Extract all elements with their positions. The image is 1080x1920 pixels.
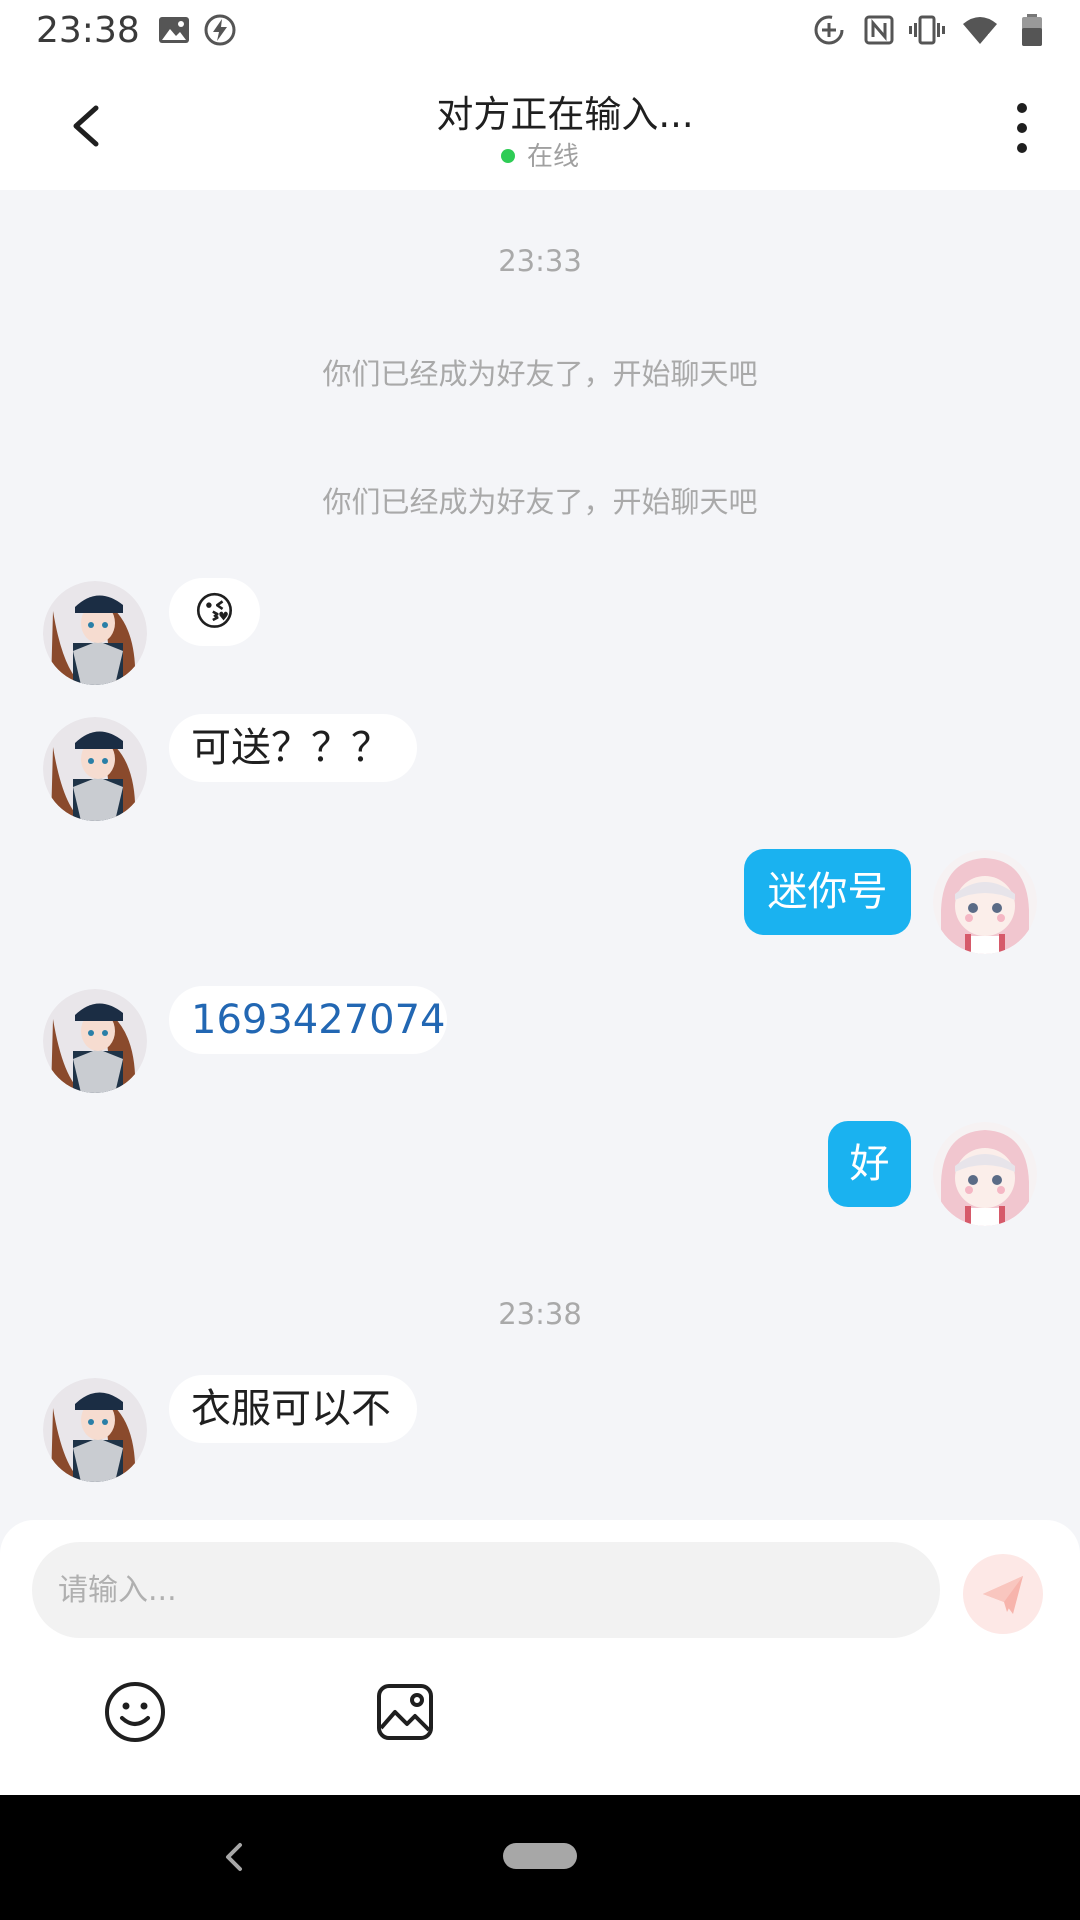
gallery-notification-icon (159, 17, 189, 43)
contact-avatar[interactable] (43, 581, 147, 685)
contact-avatar[interactable] (43, 989, 147, 1093)
my-avatar[interactable] (933, 1122, 1037, 1226)
status-time: 23:38 (36, 10, 140, 51)
nav-back-icon[interactable] (218, 1835, 250, 1879)
battery-icon (1022, 14, 1042, 46)
system-message: 你们已经成为好友了，开始聊天吧 (322, 357, 758, 391)
outgoing-message-bubble[interactable]: 好 (828, 1121, 911, 1207)
vibrate-icon (909, 15, 945, 45)
message-text: 好 (849, 1141, 890, 1187)
message-input[interactable] (32, 1542, 940, 1638)
online-dot-icon (500, 148, 515, 163)
chat-header: 对方正在输入... 在线 (0, 62, 1080, 190)
incoming-message-bubble[interactable]: 😘 (169, 578, 260, 646)
message-text: 衣服可以不 (191, 1386, 391, 1432)
incoming-message-bubble[interactable]: 可送？？？ (169, 714, 417, 782)
nfc-icon (864, 15, 894, 45)
chat-area[interactable]: 23:33 你们已经成为好友了，开始聊天吧 你们已经成为好友了，开始聊天吧 😘 (0, 190, 1080, 1520)
data-saver-icon (814, 15, 844, 45)
contact-avatar[interactable] (43, 1378, 147, 1482)
outgoing-message-bubble[interactable]: 迷你号 (744, 849, 911, 935)
my-avatar[interactable] (933, 850, 1037, 954)
status-bar: 23:38 (0, 0, 1080, 62)
timestamp: 23:38 (498, 1297, 582, 1331)
message-text: 迷你号 (767, 869, 888, 915)
home-pill[interactable] (503, 1843, 577, 1869)
phone-number-link[interactable]: 1693427074 (191, 997, 446, 1043)
online-status-label: 在线 (526, 142, 579, 172)
paper-plane-icon (983, 1576, 1023, 1614)
send-button[interactable] (963, 1554, 1043, 1634)
system-message: 你们已经成为好友了，开始聊天吧 (322, 485, 758, 519)
message-text: 可送？？？ (191, 725, 391, 771)
smiley-icon[interactable] (103, 1680, 167, 1744)
more-options-icon[interactable] (1000, 102, 1044, 154)
incoming-message-bubble[interactable]: 衣服可以不 (169, 1375, 417, 1443)
online-status: 在线 (0, 136, 1080, 173)
message-text: 😘 (193, 589, 236, 635)
incoming-message-bubble[interactable]: 1693427074 (169, 986, 447, 1054)
image-icon[interactable] (373, 1680, 437, 1744)
timestamp: 23:33 (498, 244, 582, 278)
contact-avatar[interactable] (43, 717, 147, 821)
system-navigation-bar (0, 1795, 1080, 1920)
page-title: 对方正在输入... (436, 93, 694, 136)
wifi-icon (963, 17, 997, 44)
input-panel (0, 1520, 1080, 1795)
flash-notification-icon (204, 14, 236, 46)
